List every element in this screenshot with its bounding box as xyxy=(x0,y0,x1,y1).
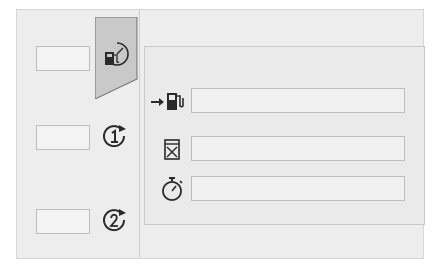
range-field xyxy=(191,88,405,113)
tab-trip2[interactable] xyxy=(101,207,129,235)
fuel-consumption-icon xyxy=(161,136,191,162)
tab-trip1[interactable] xyxy=(101,123,129,151)
info-row-consumption xyxy=(145,136,426,164)
stopwatch-icon xyxy=(159,176,189,202)
tab-trip2-value xyxy=(37,215,41,227)
trip-1-icon xyxy=(103,125,126,148)
tab-instant-field xyxy=(36,46,90,71)
time-field xyxy=(191,176,405,201)
info-row-range xyxy=(145,88,426,116)
tab-trip1-field xyxy=(36,125,90,150)
trip-2-icon xyxy=(103,209,126,232)
tab-instant-value xyxy=(37,52,41,64)
trip-info-panel xyxy=(144,46,425,225)
info-row-time xyxy=(145,176,426,204)
fuel-range-icon xyxy=(149,88,184,114)
trip-computer-screen xyxy=(16,9,425,259)
consumption-field xyxy=(191,136,405,161)
tab-instant[interactable] xyxy=(95,17,141,99)
tab-column xyxy=(17,10,140,258)
tab-trip2-field xyxy=(36,209,90,234)
tab-trip1-value xyxy=(37,131,41,143)
